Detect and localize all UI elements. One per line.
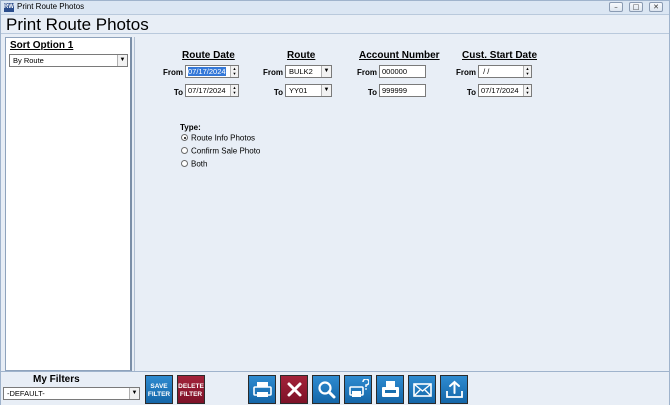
- route-to-label: To: [273, 88, 283, 97]
- account-from-field[interactable]: 000000: [379, 65, 426, 78]
- close-button[interactable]: ✕: [649, 2, 663, 12]
- preview-icon: [318, 381, 336, 399]
- title-bar: RW Print Route Photos – □ ✕: [1, 1, 669, 15]
- page-title: Print Route Photos: [6, 15, 149, 34]
- minimize-button[interactable]: –: [609, 2, 623, 12]
- print-route-photos-window: RW Print Route Photos – □ ✕ Print Route …: [0, 0, 670, 405]
- print-icon: [253, 382, 272, 397]
- print-setup-button[interactable]: [344, 375, 372, 404]
- window-title: Print Route Photos: [17, 2, 85, 11]
- fax-button[interactable]: [376, 375, 404, 404]
- account-from-value: 000000: [382, 67, 408, 76]
- account-to-field[interactable]: 999999: [379, 84, 426, 97]
- route-date-heading: Route Date: [182, 50, 235, 61]
- radio-icon[interactable]: [181, 160, 188, 168]
- route-date-to-value: 07/17/2024: [188, 86, 226, 95]
- sort-option-label: Sort Option 1: [10, 40, 74, 51]
- export-icon: [446, 380, 463, 398]
- route-date-to-field[interactable]: 07/17/2024 ▲ ▼: [185, 84, 239, 97]
- delete-filter-label: FILTER: [179, 391, 203, 398]
- cust-start-to-field[interactable]: 07/17/2024 ▲ ▼: [478, 84, 532, 97]
- preview-button[interactable]: [312, 375, 340, 404]
- cust-start-from-field[interactable]: / / ▲ ▼: [478, 65, 532, 78]
- email-button[interactable]: [408, 375, 436, 404]
- radio-icon[interactable]: [181, 147, 188, 155]
- email-icon: [413, 383, 432, 397]
- fax-icon: [382, 381, 399, 397]
- type-option-both[interactable]: Both: [181, 159, 207, 169]
- my-filters-value: -DEFAULT-: [7, 389, 45, 398]
- sort-panel: Sort Option 1 By Route ▼: [5, 37, 132, 371]
- sort-option-value: By Route: [13, 56, 44, 65]
- print-setup-icon: [349, 379, 369, 397]
- date-spinner-icon[interactable]: ▲ ▼: [230, 66, 238, 77]
- type-option-label: Both: [191, 159, 208, 169]
- type-option-label: Confirm Sale Photo: [191, 146, 261, 156]
- route-from-value: BULK2: [289, 67, 313, 76]
- date-spinner-icon[interactable]: ▲ ▼: [523, 66, 531, 77]
- route-date-from-value: 07/17/2024: [188, 67, 226, 76]
- cust-start-to-value: 07/17/2024: [481, 86, 519, 95]
- date-spinner-icon[interactable]: ▲ ▼: [230, 85, 238, 96]
- chevron-down-icon[interactable]: ▼: [117, 55, 127, 66]
- route-date-to-label: To: [173, 88, 183, 97]
- chevron-down-icon[interactable]: ▼: [129, 388, 139, 399]
- cust-start-to-label: To: [466, 88, 476, 97]
- account-to-value: 999999: [382, 86, 408, 95]
- save-filter-button[interactable]: SAVE FILTER: [145, 375, 173, 404]
- chevron-down-icon[interactable]: ▼: [321, 85, 331, 96]
- route-heading: Route: [287, 50, 316, 61]
- route-date-from-label: From: [163, 68, 183, 77]
- my-filters-label: My Filters: [33, 374, 80, 385]
- account-number-heading: Account Number: [359, 50, 440, 61]
- route-to-value: YY01: [289, 86, 308, 95]
- print-button[interactable]: [248, 375, 276, 404]
- bottom-toolbar: My Filters -DEFAULT- ▼ SAVE FILTER DELET…: [1, 371, 669, 405]
- route-date-from-field[interactable]: 07/17/2024 ▲ ▼: [185, 65, 239, 78]
- account-from-label: From: [357, 68, 377, 77]
- cancel-icon: [287, 382, 302, 397]
- account-to-label: To: [367, 88, 377, 97]
- radio-selected-icon[interactable]: [181, 134, 188, 142]
- header-divider: [1, 33, 669, 34]
- app-icon: RW: [4, 3, 14, 12]
- delete-filter-label: DELETE: [178, 383, 204, 390]
- my-filters-select[interactable]: -DEFAULT- ▼: [3, 387, 140, 400]
- save-filter-label: FILTER: [147, 391, 171, 398]
- cust-start-date-heading: Cust. Start Date: [462, 50, 538, 61]
- type-label: Type:: [180, 123, 201, 132]
- route-to-select[interactable]: YY01 ▼: [285, 84, 332, 97]
- type-option-confirm-sale[interactable]: Confirm Sale Photo: [181, 146, 260, 156]
- route-from-label: From: [263, 68, 283, 77]
- save-filter-label: SAVE: [150, 383, 168, 390]
- cust-start-from-label: From: [456, 68, 476, 77]
- route-from-select[interactable]: BULK2 ▼: [285, 65, 332, 78]
- chevron-down-icon[interactable]: ▼: [321, 66, 331, 77]
- delete-filter-button[interactable]: DELETE FILTER: [177, 375, 205, 404]
- export-button[interactable]: [440, 375, 468, 404]
- date-spinner-icon[interactable]: ▲ ▼: [523, 85, 531, 96]
- sort-option-select[interactable]: By Route ▼: [9, 54, 128, 67]
- cancel-button[interactable]: [280, 375, 308, 404]
- type-option-route-info[interactable]: Route Info Photos: [181, 133, 255, 143]
- maximize-button[interactable]: □: [629, 2, 643, 12]
- type-option-label: Route Info Photos: [191, 133, 256, 143]
- cust-start-from-value: / /: [481, 67, 490, 76]
